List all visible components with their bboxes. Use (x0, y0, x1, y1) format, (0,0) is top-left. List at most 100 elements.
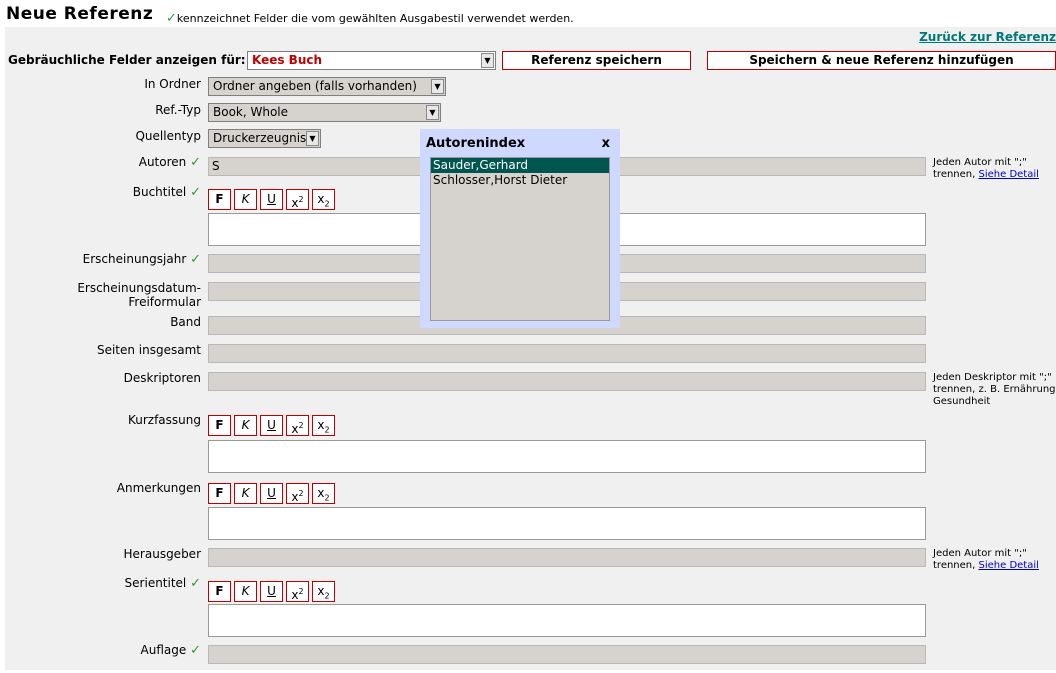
series-format-toolbar: F K U x2 x2 (208, 581, 338, 602)
descriptors-hint: Jeden Deskriptor mit ";" trennen, z. B. … (933, 372, 1056, 408)
notes-label: Anmerkungen (116, 481, 201, 495)
series-label: Serientitel ✓ (125, 576, 201, 591)
series-label-text: Serientitel (124, 576, 187, 590)
edition-input[interactable] (208, 645, 926, 664)
authors-label-text: Autoren (138, 155, 187, 169)
abstract-textarea[interactable] (208, 440, 926, 473)
folder-select-value: Ordner angeben (falls vorhanden) (213, 79, 417, 93)
back-link[interactable]: Zurück zur Referenz (919, 30, 1056, 44)
authors-hint-line2: trennen, (933, 169, 976, 180)
check-icon: ✓ (190, 185, 201, 200)
underline-button[interactable]: U (260, 483, 283, 504)
chevron-down-icon: ▼ (426, 105, 439, 120)
style-select-value: Kees Buch (252, 53, 323, 67)
list-item[interactable]: Schlosser,Horst Dieter (431, 173, 609, 188)
superscript-mark: 2 (298, 489, 304, 498)
popup-title: Autorenindex (426, 136, 526, 151)
booktitle-label: Buchtitel ✓ (133, 185, 201, 200)
italic-button[interactable]: K (234, 483, 257, 504)
descriptors-hint-line2: trennen, z. B. Ernährung; (933, 384, 1056, 395)
subscript-button[interactable]: x2 (312, 415, 335, 436)
chevron-down-icon: ▼ (431, 79, 444, 94)
check-icon: ✓ (190, 155, 201, 170)
superscript-button[interactable]: x2 (286, 581, 309, 602)
superscript-mark: 2 (298, 587, 304, 596)
save-new-button[interactable]: Speichern & neue Referenz hinzufügen (707, 51, 1056, 70)
authors-label: Autoren ✓ (139, 155, 201, 170)
check-icon: ✓ (190, 643, 201, 658)
editors-detail-link[interactable]: Siehe Detail (979, 560, 1039, 571)
reftype-label: Ref.-Typ (155, 103, 201, 117)
subscript-base: x (317, 486, 325, 500)
list-item[interactable]: Sauder,Gerhard (431, 158, 609, 173)
chevron-down-icon: ▼ (306, 131, 319, 146)
subscript-button[interactable]: x2 (312, 189, 335, 210)
superscript-base: x (291, 422, 299, 436)
pages-input[interactable] (208, 344, 926, 363)
authors-detail-link[interactable]: Siehe Detail (979, 169, 1039, 180)
notes-textarea[interactable] (208, 507, 926, 540)
close-icon[interactable]: x (602, 136, 610, 151)
superscript-base: x (291, 490, 299, 504)
underline-button[interactable]: U (260, 581, 283, 602)
pubdate-label-line2: Freiformular (128, 295, 201, 309)
edition-label-text: Auflage (140, 643, 187, 657)
editors-label: Herausgeber (123, 547, 201, 561)
descriptors-label: Deskriptoren (123, 371, 201, 385)
subscript-button[interactable]: x2 (312, 483, 335, 504)
subscript-base: x (317, 192, 325, 206)
italic-button[interactable]: K (234, 581, 257, 602)
subscript-mark: 2 (324, 425, 330, 435)
save-button[interactable]: Referenz speichern (502, 51, 691, 70)
booktitle-label-text: Buchtitel (132, 185, 187, 199)
superscript-button[interactable]: x2 (286, 415, 309, 436)
check-icon: ✓ (190, 576, 201, 591)
show-fields-label: Gebräuchliche Felder anzeigen für: (8, 53, 246, 67)
series-textarea[interactable] (208, 604, 926, 637)
pubdate-label: Erscheinungsdatum- Freiformular (77, 281, 201, 309)
bold-button[interactable]: F (208, 483, 231, 504)
chevron-down-icon: ▼ (481, 53, 494, 68)
edition-label: Auflage ✓ (141, 643, 201, 658)
editors-hint-line2: trennen, (933, 560, 976, 571)
italic-button[interactable]: K (234, 415, 257, 436)
page-title: Neue Referenz (6, 4, 154, 24)
italic-button[interactable]: K (234, 189, 257, 210)
folder-label: In Ordner (144, 77, 201, 91)
check-icon: ✓ (190, 252, 201, 267)
subscript-mark: 2 (324, 591, 330, 601)
check-icon: ✓ (166, 11, 177, 26)
author-index-list[interactable]: Sauder,Gerhard Schlosser,Horst Dieter (430, 157, 610, 321)
superscript-base: x (291, 588, 299, 602)
subscript-mark: 2 (324, 199, 330, 209)
authors-hint: Jeden Autor mit ";" trennen, Siehe Detai… (933, 157, 1039, 181)
folder-select[interactable]: Ordner angeben (falls vorhanden) ▼ (208, 77, 446, 96)
descriptors-hint-line3: Gesundheit (933, 396, 991, 407)
author-index-popup: Autorenindex x Sauder,Gerhard Schlosser,… (420, 129, 620, 328)
year-label: Erscheinungsjahr ✓ (83, 252, 201, 267)
subscript-button[interactable]: x2 (312, 581, 335, 602)
superscript-mark: 2 (298, 195, 304, 204)
underline-button[interactable]: U (260, 189, 283, 210)
pubdate-label-line1: Erscheinungsdatum- (77, 281, 201, 295)
bold-button[interactable]: F (208, 189, 231, 210)
year-label-text: Erscheinungsjahr (82, 252, 187, 266)
authors-hint-line1: Jeden Autor mit ";" (933, 157, 1027, 168)
subscript-base: x (317, 418, 325, 432)
sourcetype-select[interactable]: Druckerzeugnis ▼ (208, 129, 321, 148)
editors-hint: Jeden Autor mit ";" trennen, Siehe Detai… (933, 548, 1039, 572)
superscript-button[interactable]: x2 (286, 189, 309, 210)
booktitle-format-toolbar: F K U x2 x2 (208, 189, 338, 210)
underline-button[interactable]: U (260, 415, 283, 436)
reftype-select-value: Book, Whole (213, 105, 289, 119)
reftype-select[interactable]: Book, Whole ▼ (208, 103, 441, 122)
descriptors-input[interactable] (208, 372, 926, 391)
bold-button[interactable]: F (208, 581, 231, 602)
editors-input[interactable] (208, 548, 926, 567)
descriptors-hint-line1: Jeden Deskriptor mit ";" (933, 372, 1052, 383)
pages-label: Seiten insgesamt (96, 343, 201, 357)
bold-button[interactable]: F (208, 415, 231, 436)
superscript-mark: 2 (298, 421, 304, 430)
superscript-button[interactable]: x2 (286, 483, 309, 504)
style-select[interactable]: Kees Buch ▼ (247, 51, 496, 70)
